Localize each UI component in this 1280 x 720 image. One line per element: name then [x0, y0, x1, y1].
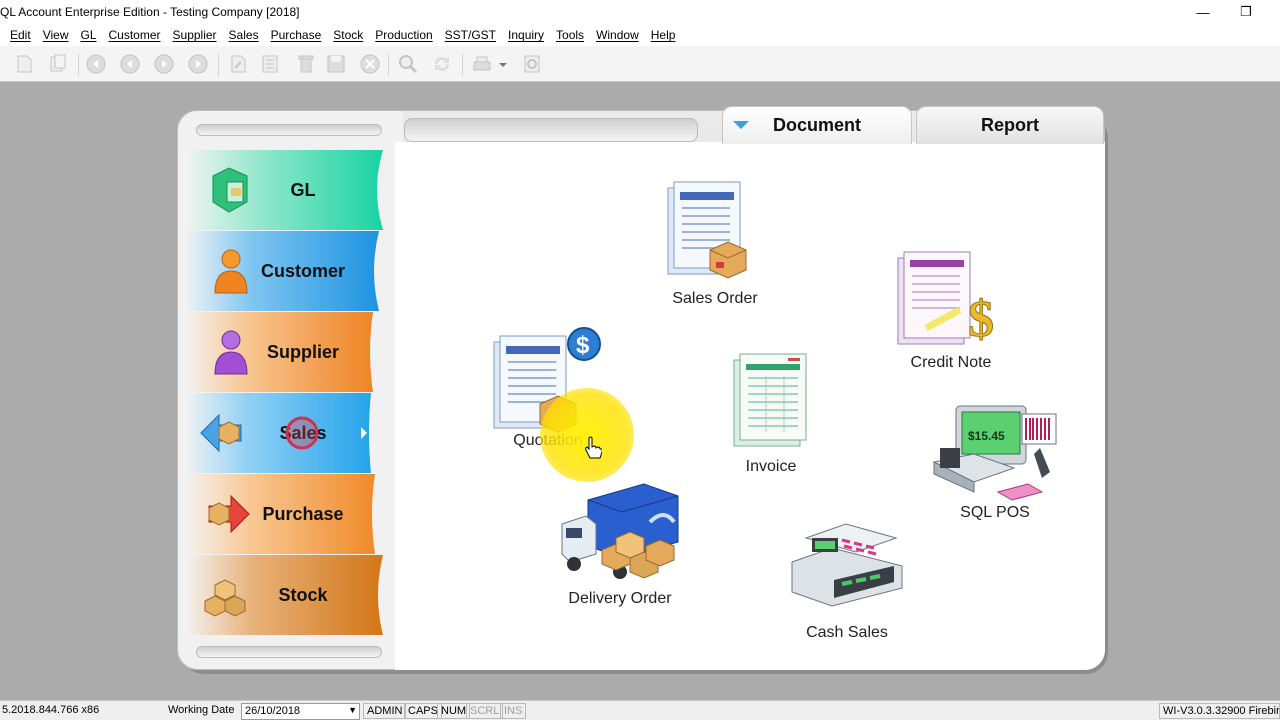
doc-cash-sales[interactable]: Cash Sales	[782, 516, 912, 642]
sidebar-item-sales[interactable]: Sales	[183, 393, 397, 473]
delivery-truck-icon	[561, 483, 679, 579]
prior-record-icon[interactable]	[118, 53, 142, 75]
doc-credit-note[interactable]: $ Credit Note	[896, 246, 1006, 372]
invoice-icon	[733, 353, 807, 447]
tab-active-indicator-icon	[733, 121, 749, 129]
sidebar-item-label: Customer	[260, 260, 345, 281]
preview-icon[interactable]	[520, 53, 544, 75]
toolbar-separator	[388, 54, 389, 76]
menu-sst-gst[interactable]: SST/GST	[439, 28, 502, 42]
menu-gl[interactable]: GL	[74, 28, 102, 42]
menu-window[interactable]: Window	[590, 28, 645, 42]
sidebar-item-gl[interactable]: GL	[183, 150, 397, 230]
toolbar-separator	[462, 54, 463, 76]
menu-customer[interactable]: Customer	[103, 28, 167, 42]
sales-order-icon	[667, 181, 747, 279]
sidebar-item-label: GL	[290, 179, 316, 200]
window-title: QL Account Enterprise Edition - Testing …	[0, 5, 300, 19]
minimize-button[interactable]: —	[1180, 0, 1226, 24]
user-indicator: ADMIN	[363, 703, 407, 719]
save-icon[interactable]	[324, 53, 348, 75]
working-date-label: Working Date	[168, 704, 235, 716]
click-indicator-icon	[285, 416, 319, 450]
doc-sales-order[interactable]: Sales Order	[660, 178, 770, 308]
doc-label: Credit Note	[910, 354, 992, 371]
title-bar: QL Account Enterprise Edition - Testing …	[0, 0, 1280, 24]
svg-text:$: $	[968, 291, 994, 348]
menu-inquiry[interactable]: Inquiry	[502, 28, 550, 42]
svg-text:$: $	[576, 332, 590, 359]
menu-tools[interactable]: Tools	[550, 28, 590, 42]
version-text: 5.2018.844.766 x86	[2, 704, 100, 716]
print-dropdown-icon[interactable]	[496, 53, 510, 75]
pos-price-text: $15.45	[968, 429, 1005, 443]
edit-icon[interactable]	[226, 53, 250, 75]
sidebar-item-label: Stock	[278, 584, 328, 605]
doc-delivery-order[interactable]: Delivery Order	[560, 482, 680, 608]
nav-top-groove	[196, 124, 382, 136]
list-icon[interactable]	[258, 53, 282, 75]
menu-bar: Edit View GL Customer Supplier Sales Pur…	[0, 24, 1280, 46]
toolbar	[0, 46, 1280, 82]
toolbar-separator	[218, 54, 219, 76]
copy-icon[interactable]	[46, 53, 70, 75]
menu-purchase[interactable]: Purchase	[265, 28, 328, 42]
sql-pos-terminal-icon: $15.45	[932, 405, 1057, 501]
nav-bottom-groove	[196, 646, 382, 658]
working-date-value: 26/10/2018	[245, 705, 301, 717]
first-record-icon[interactable]	[84, 53, 108, 75]
sidebar-item-label: Supplier	[266, 341, 339, 362]
doc-sql-pos[interactable]: $15.45 SQL POS	[928, 400, 1062, 522]
cursor-highlight	[540, 388, 634, 482]
cash-register-icon	[791, 523, 903, 607]
chevron-down-icon: ▼	[348, 705, 357, 715]
next-record-icon[interactable]	[152, 53, 176, 75]
doc-label: Delivery Order	[568, 590, 672, 607]
menu-help[interactable]: Help	[645, 28, 682, 42]
build-info: WI-V3.0.3.32900 Firebird	[1159, 703, 1280, 719]
credit-note-icon: $	[897, 251, 995, 349]
sidebar-item-customer[interactable]: Customer	[183, 231, 397, 311]
status-bar: 5.2018.844.766 x86 Working Date 26/10/20…	[0, 700, 1280, 720]
working-date-combo[interactable]: 26/10/2018 ▼	[241, 703, 360, 720]
refresh-icon[interactable]	[430, 53, 454, 75]
delete-icon[interactable]	[294, 53, 318, 75]
sidebar-item-purchase[interactable]: Purchase	[183, 474, 397, 554]
hand-cursor-icon	[585, 436, 602, 459]
doc-label: Invoice	[745, 458, 797, 475]
find-icon[interactable]	[396, 53, 420, 75]
sidebar-item-supplier[interactable]: Supplier	[183, 312, 397, 392]
last-record-icon[interactable]	[186, 53, 210, 75]
tab-report[interactable]: Report	[916, 106, 1104, 144]
new-icon[interactable]	[12, 53, 36, 75]
menu-sales[interactable]: Sales	[223, 28, 265, 42]
sidebar-item-label: Purchase	[262, 503, 344, 524]
doc-label: Sales Order	[672, 290, 758, 307]
doc-invoice[interactable]: Invoice	[726, 346, 816, 476]
restore-button[interactable]: ❐	[1223, 0, 1269, 24]
tab-document-label: Document	[772, 115, 861, 135]
print-icon[interactable]	[470, 53, 494, 75]
toolbar-separator	[78, 54, 79, 76]
menu-stock[interactable]: Stock	[327, 28, 369, 42]
doc-label: Cash Sales	[806, 624, 888, 641]
menu-view[interactable]: View	[37, 28, 75, 42]
menu-production[interactable]: Production	[369, 28, 438, 42]
menu-supplier[interactable]: Supplier	[167, 28, 223, 42]
ins-indicator: INS	[500, 703, 527, 719]
scrl-indicator: SCRL	[466, 703, 504, 719]
tab-document[interactable]: Document	[722, 106, 912, 144]
cancel-icon[interactable]	[358, 53, 382, 75]
sidebar-item-stock[interactable]: Stock	[183, 555, 397, 635]
content-top-groove	[404, 118, 698, 142]
doc-label: SQL POS	[960, 504, 1030, 521]
menu-edit[interactable]: Edit	[4, 28, 37, 42]
tab-report-label: Report	[981, 115, 1039, 135]
